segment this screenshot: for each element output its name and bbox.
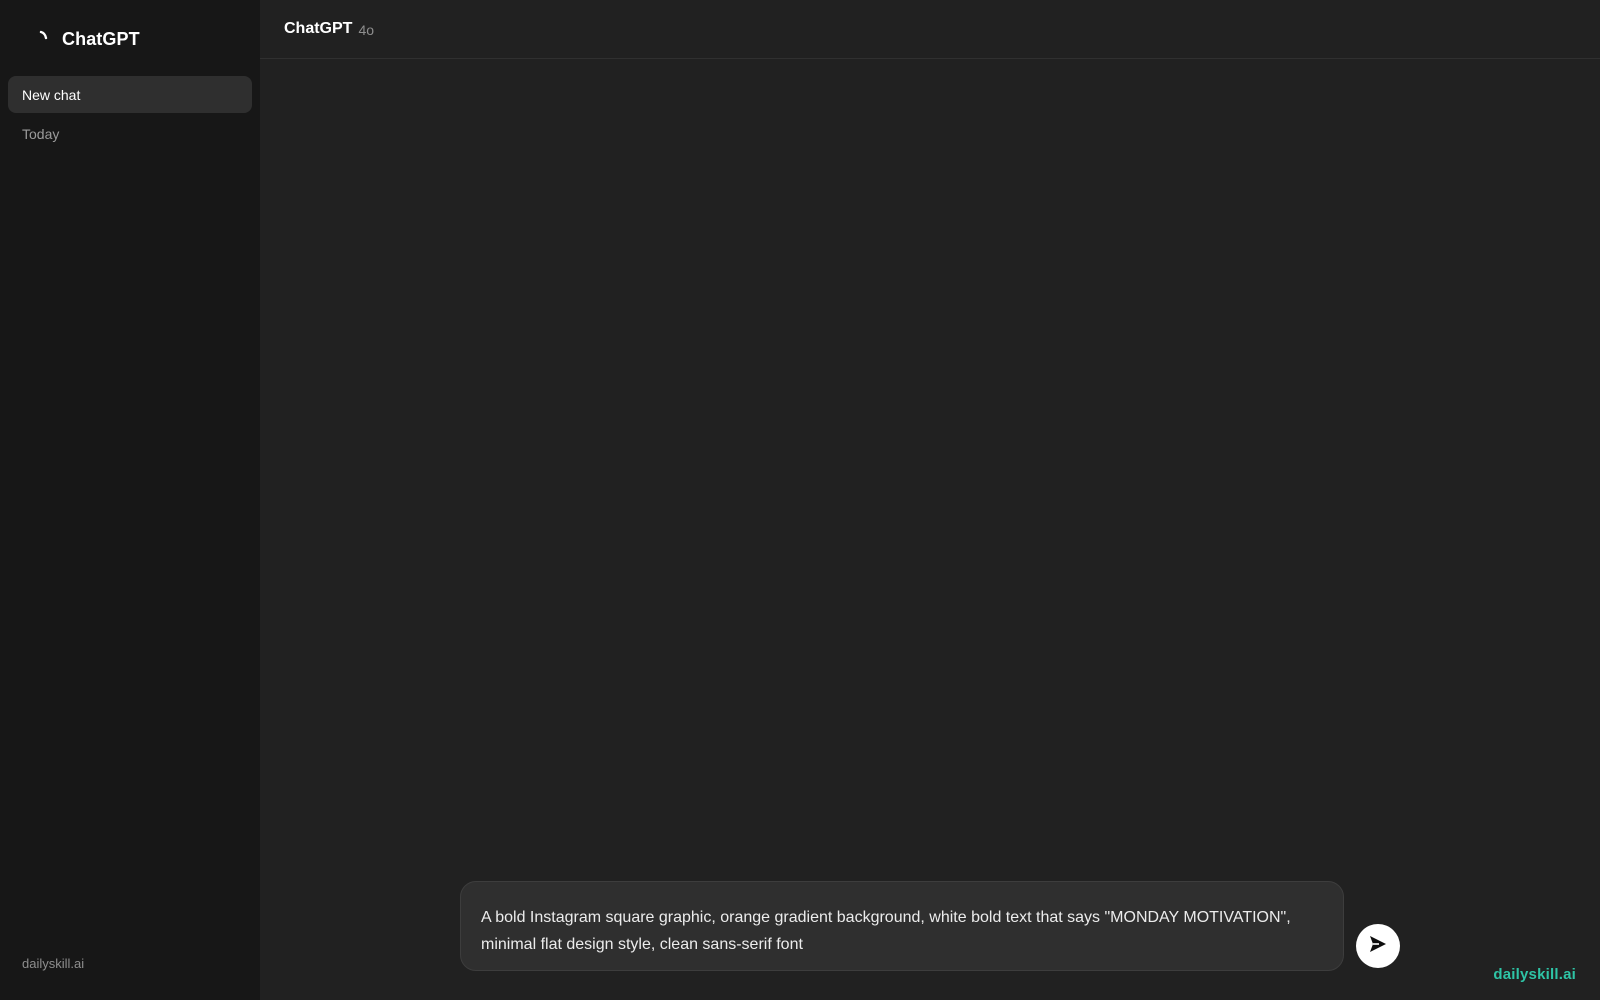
model-version[interactable]: 4o [358, 22, 374, 38]
section-heading-today: Today [22, 126, 60, 142]
top-bar: ChatGPT 4o [260, 0, 1600, 59]
send-button[interactable] [1356, 924, 1400, 968]
brand[interactable]: ChatGPT [34, 28, 140, 50]
main-panel: ChatGPT 4o A bold Instagram square graph… [260, 0, 1600, 1000]
prompt-input-text[interactable]: A bold Instagram square graphic, orange … [481, 904, 1323, 958]
app-window: ChatGPT New chat Today dailyskill.ai Cha… [0, 0, 1600, 1000]
watermark: dailyskill.ai [1493, 966, 1576, 983]
model-name[interactable]: ChatGPT [284, 20, 352, 38]
new-chat-label: New chat [22, 86, 81, 103]
sidebar: ChatGPT New chat Today dailyskill.ai [0, 0, 260, 1000]
sidebar-footer-text: dailyskill.ai [22, 956, 85, 971]
send-arrow-icon [1368, 934, 1388, 959]
brand-name: ChatGPT [62, 28, 140, 49]
new-chat-button[interactable]: New chat [8, 76, 252, 113]
chatgpt-logo-icon [34, 28, 56, 50]
prompt-input[interactable]: A bold Instagram square graphic, orange … [460, 881, 1344, 971]
